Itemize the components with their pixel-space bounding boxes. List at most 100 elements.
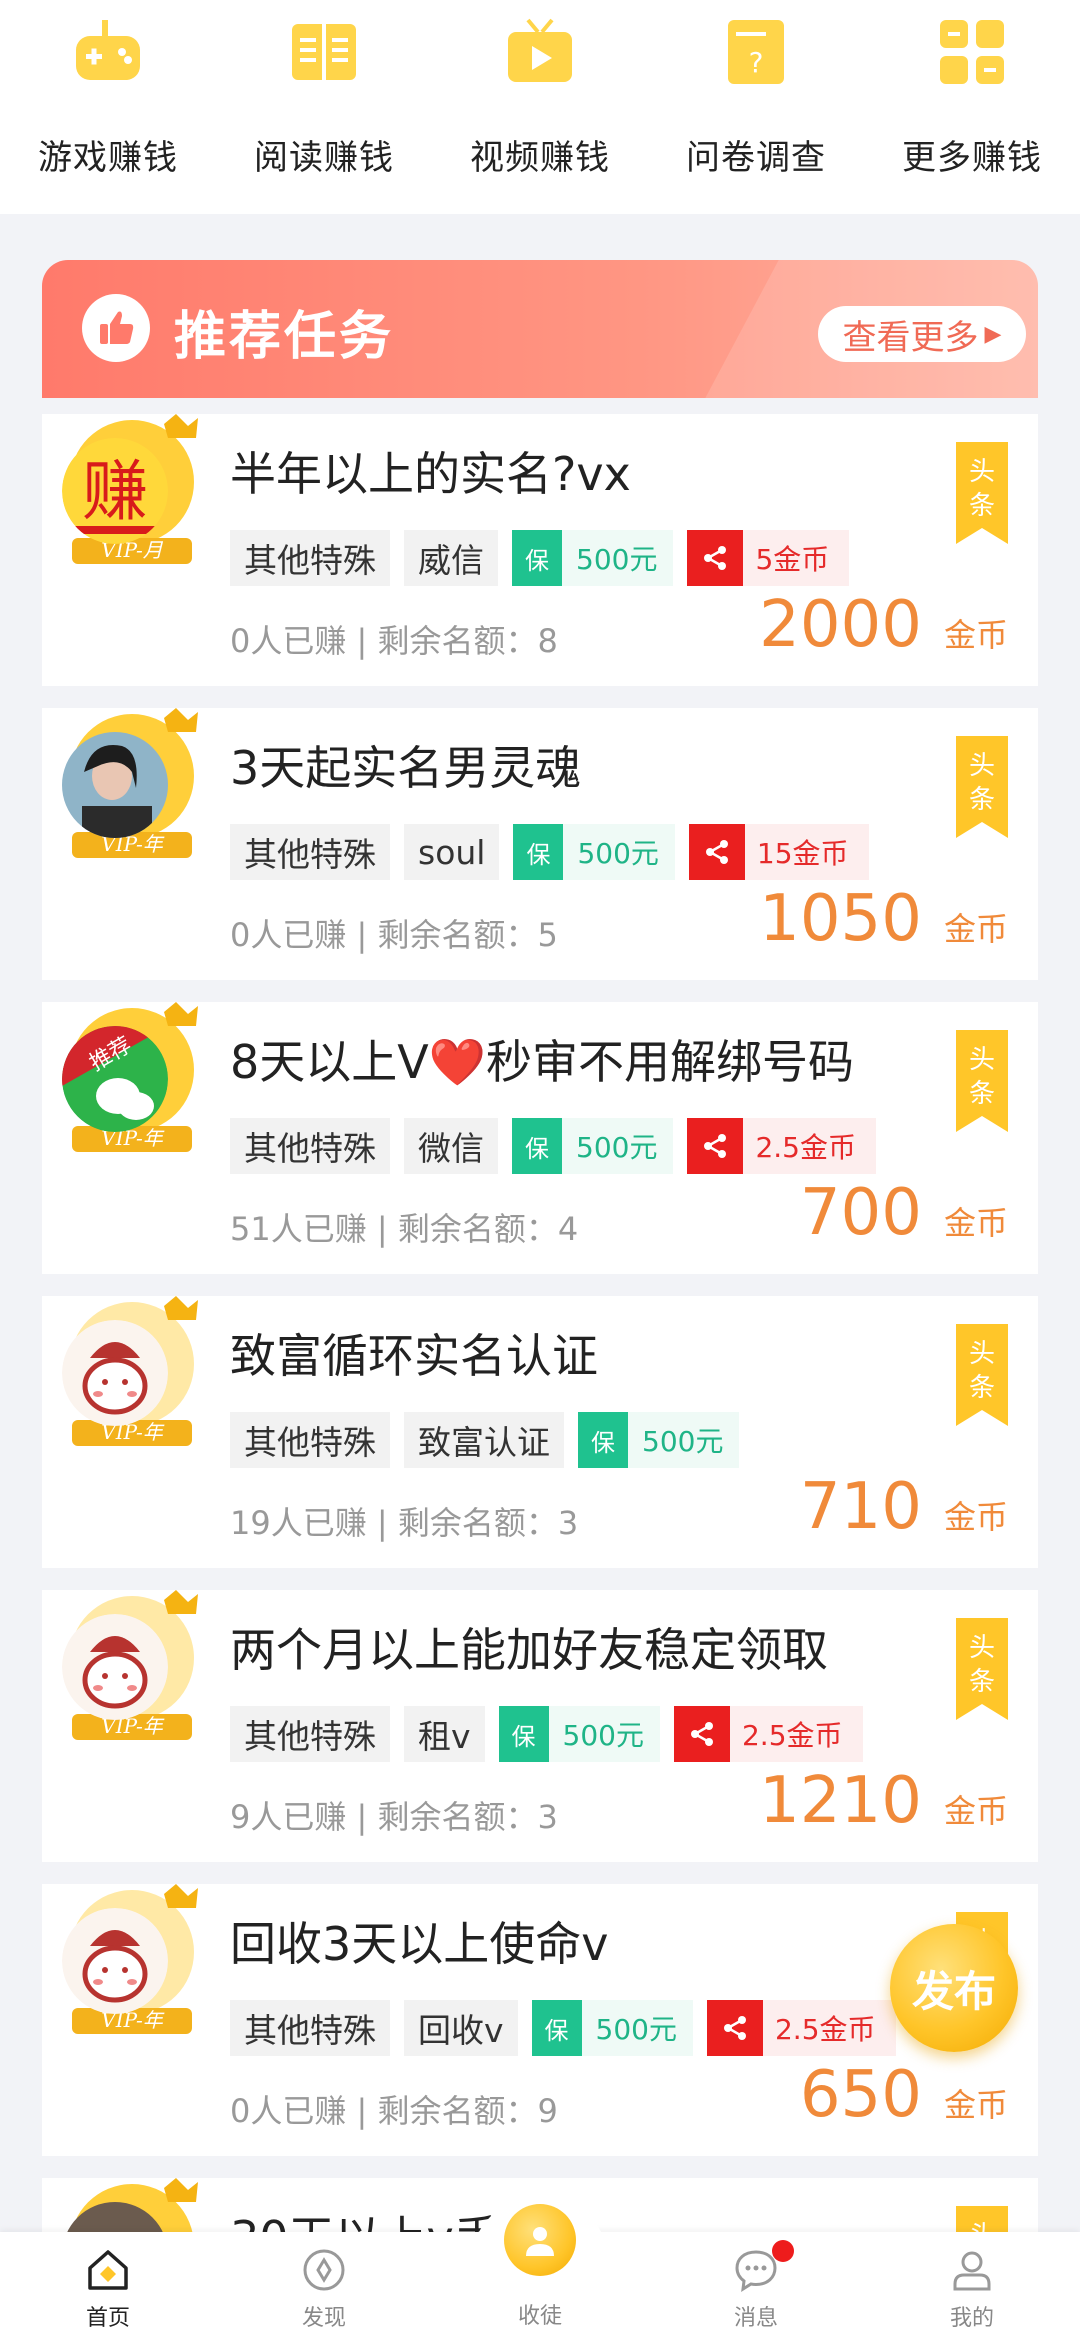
share-tag[interactable]: 2.5金币 xyxy=(706,2000,896,2056)
tag-category: 其他特殊 xyxy=(230,1118,390,1174)
avatar xyxy=(62,1320,168,1426)
tag-category: 其他特殊 xyxy=(230,824,390,880)
home-icon xyxy=(88,2250,128,2290)
svg-text:赚: 赚 xyxy=(82,453,148,530)
tag-platform: soul xyxy=(404,824,500,880)
category-survey[interactable]: ? 问卷调查 xyxy=(648,0,864,214)
publish-button[interactable]: 发布 xyxy=(890,1924,1018,2052)
view-more-button[interactable]: 查看更多 ▶ xyxy=(818,306,1026,362)
share-reward: 2.5金币 xyxy=(741,1719,843,1752)
reward-amount: 650 xyxy=(799,2058,922,2132)
shield-icon: 保 xyxy=(512,530,562,586)
deposit-amount: 500元 xyxy=(642,1425,724,1458)
tab-home[interactable]: 首页 xyxy=(0,2232,216,2340)
recommend-header: 推荐任务 查看更多 ▶ xyxy=(42,260,1038,398)
deposit-amount: 500元 xyxy=(576,543,658,576)
task-tags: 其他特殊 回收v 保 500元 2.5金币 xyxy=(230,2000,896,2056)
category-label: 更多赚钱 xyxy=(902,138,1042,178)
share-reward: 15金币 xyxy=(756,837,849,870)
tab-label: 消息 xyxy=(733,2306,778,2331)
headline-ribbon: 头条 xyxy=(956,442,1008,544)
category-video[interactable]: 视频赚钱 xyxy=(432,0,648,214)
share-tag[interactable]: 2.5金币 xyxy=(687,1118,876,1174)
compass-icon xyxy=(303,2249,345,2291)
tag-category: 其他特殊 xyxy=(230,530,390,586)
share-reward: 2.5金币 xyxy=(755,1131,856,1164)
reward-amount: 1210 xyxy=(759,1764,922,1838)
task-title: 半年以上的实名?vx xyxy=(230,447,631,501)
tag-platform: 回收v xyxy=(404,2000,518,2056)
tag-platform: 微信 xyxy=(404,1118,498,1174)
tab-discover[interactable]: 发现 xyxy=(216,2232,432,2340)
avatar: 赚 xyxy=(62,438,168,544)
profile-icon xyxy=(953,2251,991,2291)
task-title: 8天以上V❤️秒审不用解绑号码 xyxy=(230,1035,855,1089)
tag-category: 其他特殊 xyxy=(230,1706,390,1762)
reward-unit: 金币 xyxy=(943,1204,1008,1242)
tab-label: 我的 xyxy=(949,2306,994,2331)
tag-platform: 致富认证 xyxy=(404,1412,564,1468)
headline-ribbon: 头条 xyxy=(956,1618,1008,1720)
deposit-tag: 保 500元 xyxy=(531,2000,693,2056)
task-reward: 710 金币 xyxy=(800,1470,1008,1544)
task-tags: 其他特殊 微信 保 500元 2.5金币 xyxy=(230,1118,876,1174)
task-tags: 其他特殊 致富认证 保 500元 xyxy=(230,1412,753,1468)
task-card[interactable]: VIP-年 推荐 8天以上V❤️秒审不用解绑号码 其他特殊 微信 保 500元 2… xyxy=(42,1002,1038,1274)
avatar xyxy=(62,1908,168,2014)
tab-messages[interactable]: 消息 xyxy=(648,2232,864,2340)
share-tag[interactable]: 5金币 xyxy=(687,530,850,586)
task-tags: 其他特殊 威信 保 500元 5金币 xyxy=(230,530,850,586)
tab-profile[interactable]: 我的 xyxy=(864,2232,1080,2340)
svg-text:条: 条 xyxy=(969,1079,995,1109)
category-more[interactable]: 更多赚钱 xyxy=(864,0,1080,214)
tv-play-icon xyxy=(508,18,572,82)
view-more-label: 查看更多 xyxy=(842,317,979,358)
thumbs-up-icon xyxy=(82,294,150,362)
headline-ribbon: 头条 xyxy=(956,1324,1008,1426)
category-read[interactable]: 阅读赚钱 xyxy=(216,0,432,214)
avatar: 推荐 xyxy=(62,1026,168,1132)
task-card[interactable]: VIP-月 赚 半年以上的实名?vx 其他特殊 威信 保 500元 5金币 0人已… xyxy=(42,414,1038,686)
category-label: 问卷调查 xyxy=(686,138,826,178)
task-title: 回收3天以上使命v xyxy=(230,1917,609,1971)
task-stats: 51人已赚 | 剩余名额：4 xyxy=(230,1210,579,1248)
task-reward: 1050 金币 xyxy=(759,882,1008,956)
task-card[interactable]: VIP-年 致富循环实名认证 其他特殊 致富认证 保 500元 19人已赚 | 剩… xyxy=(42,1296,1038,1568)
deposit-tag: 保 500元 xyxy=(578,1412,740,1468)
category-game[interactable]: 游戏赚钱 xyxy=(0,0,216,214)
task-card[interactable]: VIP-年 两个月以上能加好友稳定领取 其他特殊 租v 保 500元 2.5金币 … xyxy=(42,1590,1038,1862)
shield-icon: 保 xyxy=(513,824,564,880)
shield-icon: 保 xyxy=(578,1412,628,1468)
deposit-amount: 500元 xyxy=(576,1131,658,1164)
task-list: VIP-月 赚 半年以上的实名?vx 其他特殊 威信 保 500元 5金币 0人已… xyxy=(42,414,1038,2320)
deposit-amount: 500元 xyxy=(562,1719,644,1752)
avatar xyxy=(62,1614,168,1720)
shield-icon: 保 xyxy=(531,2000,582,2056)
task-card[interactable]: VIP-年 回收3天以上使命v 其他特殊 回收v 保 500元 2.5金币 0人已… xyxy=(42,1884,1038,2156)
task-stats: 0人已赚 | 剩余名额：9 xyxy=(230,2092,558,2130)
share-icon xyxy=(673,1706,730,1762)
task-title: 3天起实名男灵魂 xyxy=(230,741,582,795)
tag-platform: 租v xyxy=(404,1706,485,1762)
svg-text:头: 头 xyxy=(969,1339,995,1369)
reward-amount: 700 xyxy=(799,1176,922,1250)
deposit-tag: 保 500元 xyxy=(512,530,674,586)
deposit-tag: 保 500元 xyxy=(512,1118,674,1174)
tab-label: 发现 xyxy=(301,2306,346,2331)
task-tags: 其他特殊 soul 保 500元 15金币 xyxy=(230,824,869,880)
task-reward: 650 金币 xyxy=(800,2058,1008,2132)
share-icon xyxy=(687,1118,744,1174)
task-card[interactable]: VIP-年 3天起实名男灵魂 其他特殊 soul 保 500元 15金币 0人已赚… xyxy=(42,708,1038,980)
share-tag[interactable]: 2.5金币 xyxy=(673,1706,863,1762)
share-reward: 5金币 xyxy=(755,543,830,576)
reward-amount: 710 xyxy=(799,1470,922,1544)
task-reward: 700 金币 xyxy=(800,1176,1008,1250)
headline-text-1: 头 xyxy=(969,457,995,487)
deposit-amount: 500元 xyxy=(595,2013,677,2046)
reward-unit: 金币 xyxy=(943,1792,1008,1830)
svg-text:条: 条 xyxy=(969,785,995,815)
share-tag[interactable]: 15金币 xyxy=(688,824,869,880)
share-icon xyxy=(688,824,745,880)
task-stats: 19人已赚 | 剩余名额：3 xyxy=(230,1504,579,1542)
apprentice-icon[interactable] xyxy=(504,2204,576,2276)
